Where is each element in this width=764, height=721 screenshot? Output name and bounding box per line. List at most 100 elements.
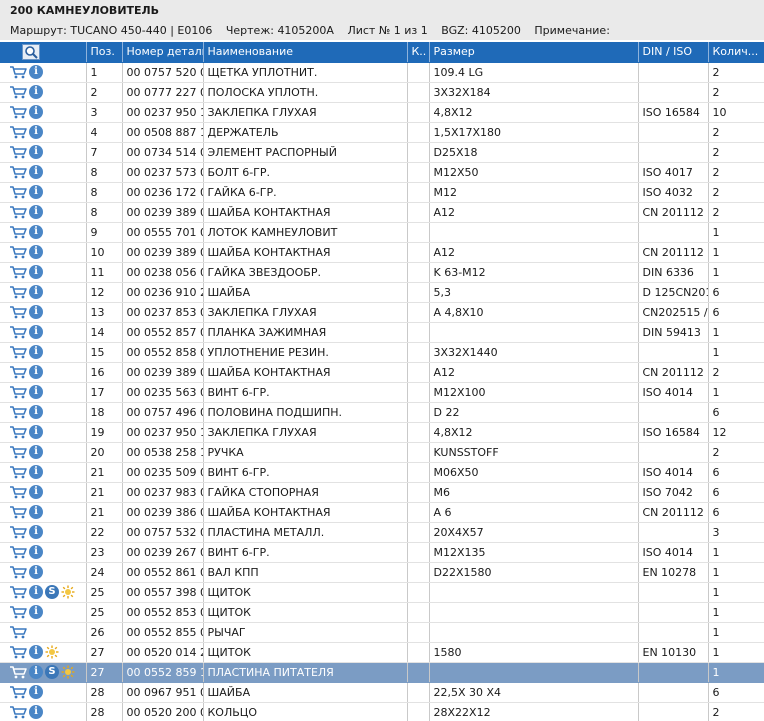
table-row[interactable]: i 11 00 0238 056 0 ГАЙКА ЗВЕЗДООБР. K 63-M12…: [0, 262, 764, 283]
cart-icon[interactable]: [9, 465, 27, 479]
table-row[interactable]: i 20 00 0538 258 1 РУЧКА KUNSSTOFF 2: [0, 442, 764, 463]
column-header-name[interactable]: Наименование: [203, 42, 408, 63]
cart-icon[interactable]: [9, 605, 27, 619]
cart-icon[interactable]: [9, 345, 27, 359]
table-row[interactable]: i 1 00 0757 520 0 ЩЕТКА УПЛОТНИТ. 109.4 LG 2: [0, 62, 764, 83]
cart-icon[interactable]: [9, 145, 27, 159]
cart-icon[interactable]: [9, 585, 27, 599]
cart-icon[interactable]: [9, 505, 27, 519]
info-icon[interactable]: i: [29, 145, 43, 159]
table-row[interactable]: i 15 00 0552 858 0 УПЛОТНЕНИЕ РЕЗИН. 3X32X14…: [0, 342, 764, 363]
info-icon[interactable]: i: [29, 305, 43, 319]
cart-icon[interactable]: [9, 525, 27, 539]
service-s-icon[interactable]: S: [45, 585, 59, 599]
info-icon[interactable]: i: [29, 105, 43, 119]
service-s-icon[interactable]: S: [45, 665, 59, 679]
table-row[interactable]: i 19 00 0237 950 1 ЗАКЛЕПКА ГЛУХАЯ 4,8X12 ISO…: [0, 422, 764, 443]
cart-icon[interactable]: [9, 565, 27, 579]
table-row[interactable]: 26 00 0552 855 0 РЫЧАГ 1: [0, 622, 764, 643]
cart-icon[interactable]: [9, 445, 27, 459]
info-icon[interactable]: i: [29, 85, 43, 99]
info-icon[interactable]: i: [29, 365, 43, 379]
info-icon[interactable]: i: [29, 485, 43, 499]
table-row[interactable]: i 4 00 0508 887 1 ДЕРЖАТЕЛЬ 1,5X17X180 2: [0, 122, 764, 143]
cart-icon[interactable]: [9, 85, 27, 99]
table-row[interactable]: i 8 00 0237 573 0 БОЛТ 6-ГР. M12X50 ISO 4017 2: [0, 162, 764, 183]
info-icon[interactable]: i: [29, 685, 43, 699]
table-row[interactable]: i 17 00 0235 563 0 ВИНТ 6-ГР. M12X100 ISO 401…: [0, 382, 764, 403]
cart-icon[interactable]: [9, 65, 27, 79]
column-header-k[interactable]: К..: [407, 42, 430, 63]
table-row[interactable]: i 27 00 0520 014 2 ЩИТОК 1580 EN 10130 1: [0, 642, 764, 663]
table-row[interactable]: i 21 00 0237 983 0 ГАЙКА СТОПОРНАЯ M6 ISO 704…: [0, 482, 764, 503]
info-icon[interactable]: i: [29, 345, 43, 359]
column-header-quantity[interactable]: Колич...: [708, 42, 764, 63]
column-header-size[interactable]: Размер: [429, 42, 639, 63]
info-icon[interactable]: i: [29, 385, 43, 399]
info-icon[interactable]: i: [29, 125, 43, 139]
table-row[interactable]: i 25 00 0552 853 0 ЩИТОК 1: [0, 602, 764, 623]
info-icon[interactable]: i: [29, 225, 43, 239]
cart-icon[interactable]: [9, 245, 27, 259]
info-icon[interactable]: i: [29, 245, 43, 259]
info-icon[interactable]: i: [29, 445, 43, 459]
cart-icon[interactable]: [9, 405, 27, 419]
info-icon[interactable]: i: [29, 645, 43, 659]
table-row[interactable]: i 9 00 0555 701 0 ЛОТОК КАМНЕУЛОВИТ 1: [0, 222, 764, 243]
cart-icon[interactable]: [9, 665, 27, 679]
column-header-din-iso[interactable]: DIN / ISO: [638, 42, 709, 63]
info-icon[interactable]: i: [29, 425, 43, 439]
new-part-icon[interactable]: [45, 645, 59, 659]
column-header-part-number[interactable]: Номер детали: [122, 42, 204, 63]
cart-icon[interactable]: [9, 685, 27, 699]
table-row[interactable]: i 8 00 0239 389 0 ШАЙБА КОНТАКТНАЯ A12 CN 201…: [0, 202, 764, 223]
table-row[interactable]: i 3 00 0237 950 1 ЗАКЛЕПКА ГЛУХАЯ 4,8X12 ISO …: [0, 102, 764, 123]
table-row[interactable]: i S 25 00 0557 398 0 ЩИТОК 1: [0, 582, 764, 603]
info-icon[interactable]: i: [29, 65, 43, 79]
table-row[interactable]: i 10 00 0239 389 0 ШАЙБА КОНТАКТНАЯ A12 CN 20…: [0, 242, 764, 263]
table-row[interactable]: i 21 00 0235 509 0 ВИНТ 6-ГР. M06X50 ISO 4014…: [0, 462, 764, 483]
info-icon[interactable]: i: [29, 605, 43, 619]
table-row[interactable]: i 7 00 0734 514 0 ЭЛЕМЕНТ РАСПОРНЫЙ D25X18 2: [0, 142, 764, 163]
info-icon[interactable]: i: [29, 465, 43, 479]
table-row[interactable]: i 2 00 0777 227 0 ПОЛОСКА УПЛОТН. 3X32X184 2: [0, 82, 764, 103]
cart-icon[interactable]: [9, 185, 27, 199]
cart-icon[interactable]: [9, 125, 27, 139]
cart-icon[interactable]: [9, 325, 27, 339]
cart-icon[interactable]: [9, 225, 27, 239]
info-icon[interactable]: i: [29, 185, 43, 199]
table-row[interactable]: i 28 00 0520 200 0 КОЛЬЦО 28X22X12 2: [0, 702, 764, 721]
search-column-header[interactable]: [0, 42, 87, 63]
table-row[interactable]: i 23 00 0239 267 0 ВИНТ 6-ГР. M12X135 ISO 401…: [0, 542, 764, 563]
info-icon[interactable]: i: [29, 525, 43, 539]
table-row[interactable]: i 12 00 0236 910 2 ШАЙБА 5,3 D 125CN201 6: [0, 282, 764, 303]
column-header-pos[interactable]: Поз.: [86, 42, 123, 63]
cart-icon[interactable]: [9, 105, 27, 119]
info-icon[interactable]: i: [29, 545, 43, 559]
cart-icon[interactable]: [9, 385, 27, 399]
info-icon[interactable]: i: [29, 665, 43, 679]
table-row[interactable]: i 22 00 0757 532 0 ПЛАСТИНА МЕТАЛЛ. 20X4X57 3: [0, 522, 764, 543]
info-icon[interactable]: i: [29, 205, 43, 219]
cart-icon[interactable]: [9, 705, 27, 719]
info-icon[interactable]: i: [29, 165, 43, 179]
cart-icon[interactable]: [9, 205, 27, 219]
table-row[interactable]: i 24 00 0552 861 0 ВАЛ КПП D22X1580 EN 10278 1: [0, 562, 764, 583]
info-icon[interactable]: i: [29, 585, 43, 599]
new-part-icon[interactable]: [61, 665, 75, 679]
cart-icon[interactable]: [9, 645, 27, 659]
table-row[interactable]: i 28 00 0967 951 0 ШАЙБА 22,5X 30 X4 6: [0, 682, 764, 703]
table-row[interactable]: i 18 00 0757 496 0 ПОЛОВИНА ПОДШИПН. D 22 6: [0, 402, 764, 423]
cart-icon[interactable]: [9, 305, 27, 319]
info-icon[interactable]: i: [29, 325, 43, 339]
table-row[interactable]: i 8 00 0236 172 0 ГАЙКА 6-ГР. M12 ISO 4032 2: [0, 182, 764, 203]
cart-icon[interactable]: [9, 625, 27, 639]
info-icon[interactable]: i: [29, 405, 43, 419]
cart-icon[interactable]: [9, 545, 27, 559]
cart-icon[interactable]: [9, 285, 27, 299]
table-row[interactable]: i 13 00 0237 853 0 ЗАКЛЕПКА ГЛУХАЯ A 4,8X10 C…: [0, 302, 764, 323]
table-row[interactable]: i 21 00 0239 386 0 ШАЙБА КОНТАКТНАЯ A 6 CN 20…: [0, 502, 764, 523]
search-icon[interactable]: [22, 43, 40, 60]
table-row[interactable]: i 16 00 0239 389 0 ШАЙБА КОНТАКТНАЯ A12 CN 20…: [0, 362, 764, 383]
table-row[interactable]: i 14 00 0552 857 0 ПЛАНКА ЗАЖИМНАЯ DIN 59413…: [0, 322, 764, 343]
